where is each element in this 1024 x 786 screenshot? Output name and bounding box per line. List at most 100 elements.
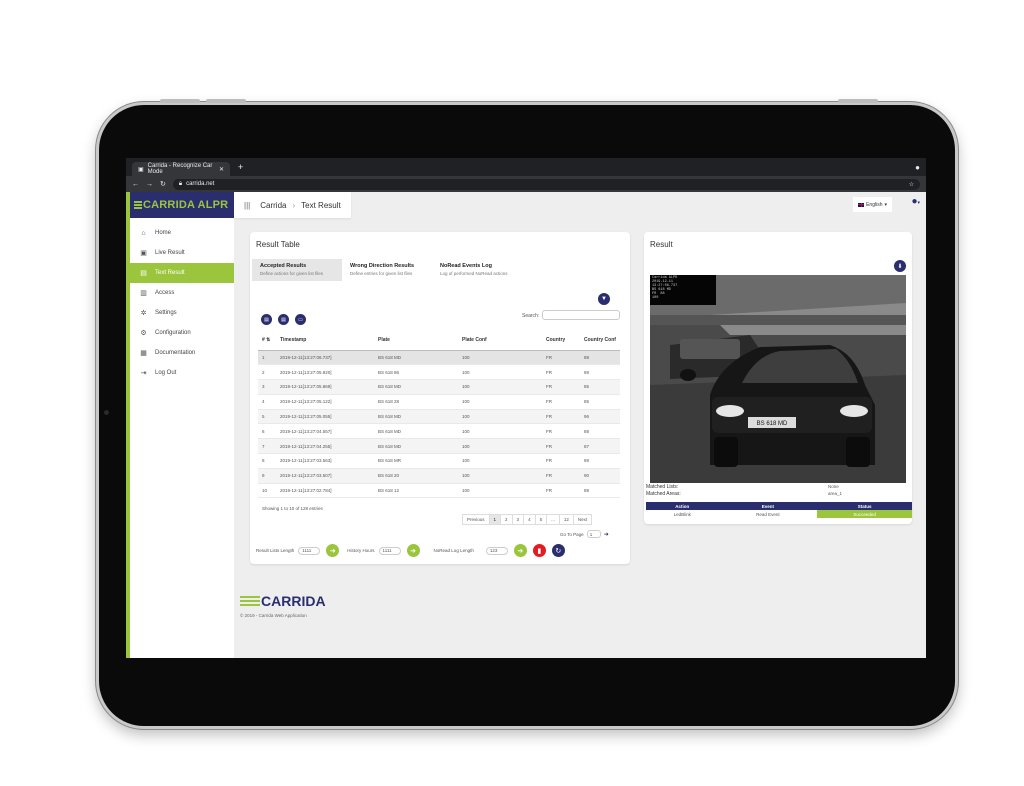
browser-settings-icon[interactable]: ● xyxy=(915,163,920,172)
arrow-right-icon: ➜ xyxy=(517,547,524,555)
apply-result-lists-button[interactable]: ➜ xyxy=(326,544,340,557)
goto-label: Go To Page xyxy=(560,531,584,537)
pager-next[interactable]: Next xyxy=(572,515,591,524)
sidebar-item-configuration[interactable]: ⚙ Configuration xyxy=(130,323,234,343)
brand-name: CARRIDA ALPR xyxy=(143,199,229,211)
close-tab-icon[interactable]: ✕ xyxy=(219,166,224,173)
refresh-button[interactable]: ↻ xyxy=(551,544,565,557)
table-row[interactable]: 3 2019-12-11[13:27:05.869] BS 618 MD 100 FR 8… xyxy=(258,379,620,395)
plate-conf-cell: 100 xyxy=(458,423,542,440)
arrow-right-icon[interactable]: ➜ xyxy=(604,531,609,538)
delete-button[interactable]: ▮ xyxy=(532,544,546,557)
table-row[interactable]: 7 2019-12-11[13:27:04.255] BS 618 MD 100 FR 8… xyxy=(258,438,620,455)
forward-icon[interactable]: → xyxy=(146,181,153,188)
plate-conf-cell: 100 xyxy=(458,483,542,499)
table-row[interactable]: 10 2019-12-11[13:27:02.784] BS 618 12 100 FR… xyxy=(258,483,620,499)
column-header-country-conf[interactable]: Country Conf xyxy=(580,330,620,351)
column-header-plate-conf[interactable]: Plate Conf xyxy=(458,330,542,351)
tab-accepted-results[interactable]: Accepted Results Define actions for given… xyxy=(252,259,342,281)
download-button[interactable]: ⬇ xyxy=(894,260,906,272)
sidebar-item-settings[interactable]: ✲ Settings xyxy=(130,303,234,323)
printer-icon: ▥ xyxy=(140,290,147,297)
sidebar-item-log-out[interactable]: ⇥ Log Out xyxy=(130,363,234,383)
new-tab-icon[interactable]: + xyxy=(238,162,243,172)
url-field[interactable]: 🔒︎ carrida.net ☆ xyxy=(172,178,920,190)
pager-previous[interactable]: Previous xyxy=(463,515,489,524)
export-pdf-button[interactable]: ▤ xyxy=(278,314,289,325)
image-icon: ▭ xyxy=(298,316,303,323)
result-title: Result xyxy=(650,240,673,249)
pager-page[interactable]: 1 xyxy=(488,515,501,524)
column-header-plate[interactable]: Plate xyxy=(374,330,458,351)
index-cell: 1 xyxy=(258,350,276,366)
table-row[interactable]: 2 2019-12-11[13:27:05.920] BS 618 86 100 FR 8… xyxy=(258,364,620,381)
plate-conf-cell: 100 xyxy=(458,394,542,410)
sidebar-item-text-result[interactable]: ▤ Text Result xyxy=(130,263,234,283)
country-cell: FR xyxy=(542,409,580,425)
noread-log-length-input[interactable]: 123 xyxy=(485,546,508,555)
pager-page[interactable]: 3 xyxy=(511,515,524,524)
tab-noread-log[interactable]: NoRead Events Log Log of performed NoRead… xyxy=(432,259,522,281)
table-row[interactable]: 4 2019-12-11[13:27:05.122] BS 618 28 100 FR 8… xyxy=(258,394,620,410)
sidebar-item-home[interactable]: ⌂ Home xyxy=(130,223,234,243)
back-icon[interactable]: ← xyxy=(132,181,139,188)
breadcrumb-root[interactable]: Carrida xyxy=(260,201,286,210)
search-input[interactable] xyxy=(542,310,620,320)
bookmark-star-icon[interactable]: ☆ xyxy=(909,181,914,188)
column-header-index[interactable]: # ⇅ xyxy=(258,330,276,351)
plate-conf-cell: 100 xyxy=(458,350,542,366)
matched-lists-value: None xyxy=(828,484,839,489)
table-row[interactable]: 6 2019-12-11[13:27:04.557] BS 618 MD 100 FR 8… xyxy=(258,423,620,440)
country-cell: FR xyxy=(542,453,580,469)
table-row[interactable]: 9 2019-12-11[13:27:03.507] BS 618 20 100 FR 9… xyxy=(258,468,620,484)
plate-cell: BS 618 20 xyxy=(374,468,458,484)
index-cell: 4 xyxy=(258,394,276,410)
sidebar-item-access[interactable]: ▥ Access xyxy=(130,283,234,303)
table-row[interactable]: 5 2019-12-11[13:27:05.055] BS 618 MD 100 FR 9… xyxy=(258,409,620,425)
main-content: ||| Carrida › Text Result English ▾ ●▾ R… xyxy=(234,192,926,658)
sidebar-item-label: Configuration xyxy=(155,330,191,336)
brand-logo[interactable]: CARRIDA ALPR xyxy=(130,192,234,218)
country-conf-cell: 85 xyxy=(580,394,620,410)
user-menu[interactable]: ●▾ xyxy=(911,196,920,207)
event-cell: Read Event xyxy=(756,511,780,517)
column-header-timestamp[interactable]: Timestamp xyxy=(276,330,374,351)
export-csv-button[interactable]: ▤ xyxy=(261,314,272,325)
tab-subtitle: Define actions for given list files xyxy=(260,271,324,276)
footer-copyright: © 2019 - Carrida Web Application xyxy=(240,613,307,618)
country-cell: FR xyxy=(542,468,580,484)
pager-page[interactable]: 5 xyxy=(534,515,547,524)
tab-wrong-direction[interactable]: Wrong Direction Results Define entries fo… xyxy=(342,259,432,281)
export-image-button[interactable]: ▭ xyxy=(295,314,306,325)
table-row[interactable]: 8 2019-12-11[13:27:03.563] BS 618 MR 100 FR 8… xyxy=(258,453,620,469)
pager-page[interactable]: 12 xyxy=(558,515,573,524)
cogs-icon: ⚙ xyxy=(140,330,147,337)
filter-button[interactable]: ▼ xyxy=(598,293,610,305)
table-row[interactable]: 1 2019-12-11[13:27:06.737] BS 618 MD 100 FR 8… xyxy=(258,350,620,366)
sidebar-item-documentation[interactable]: ▦ Documentation xyxy=(130,343,234,363)
matched-areas-value: area_1 xyxy=(828,491,843,496)
column-header-country[interactable]: Country xyxy=(542,330,580,351)
timestamp-cell: 2019-12-11[13:27:02.784] xyxy=(276,483,374,499)
result-lists-length-input[interactable]: 1111 xyxy=(298,546,321,555)
plate-conf-cell: 100 xyxy=(458,364,542,381)
actions-table: Action Event Status LedBlink Read Event … xyxy=(646,502,912,518)
timestamp-cell: 2019-12-11[13:27:05.869] xyxy=(276,379,374,395)
language-selector[interactable]: English ▾ xyxy=(853,197,892,212)
reload-icon[interactable]: ↻ xyxy=(160,180,166,188)
apply-noread-button[interactable]: ➜ xyxy=(513,544,527,557)
plate-cell: BS 618 MD xyxy=(374,379,458,395)
pager-page[interactable]: 2 xyxy=(500,515,512,524)
goto-page-input[interactable]: 1 xyxy=(586,530,601,538)
apply-history-button[interactable]: ➜ xyxy=(406,544,420,557)
index-cell: 9 xyxy=(258,468,276,484)
logout-icon: ⇥ xyxy=(140,370,147,377)
country-cell: FR xyxy=(542,394,580,410)
pager-page[interactable]: 4 xyxy=(523,515,535,524)
sidebar-item-live-result[interactable]: ▣ Live Result xyxy=(130,243,234,263)
history-hours-input[interactable]: 1111 xyxy=(378,546,401,555)
browser-tab[interactable]: ▣ Carrida - Recognize Car Mode ✕ xyxy=(132,162,230,176)
footer-logo: CARRIDA xyxy=(240,593,326,609)
menu-toggle-icon[interactable]: ||| xyxy=(244,201,250,210)
browser-tab-title: Carrida - Recognize Car Mode xyxy=(147,163,213,175)
